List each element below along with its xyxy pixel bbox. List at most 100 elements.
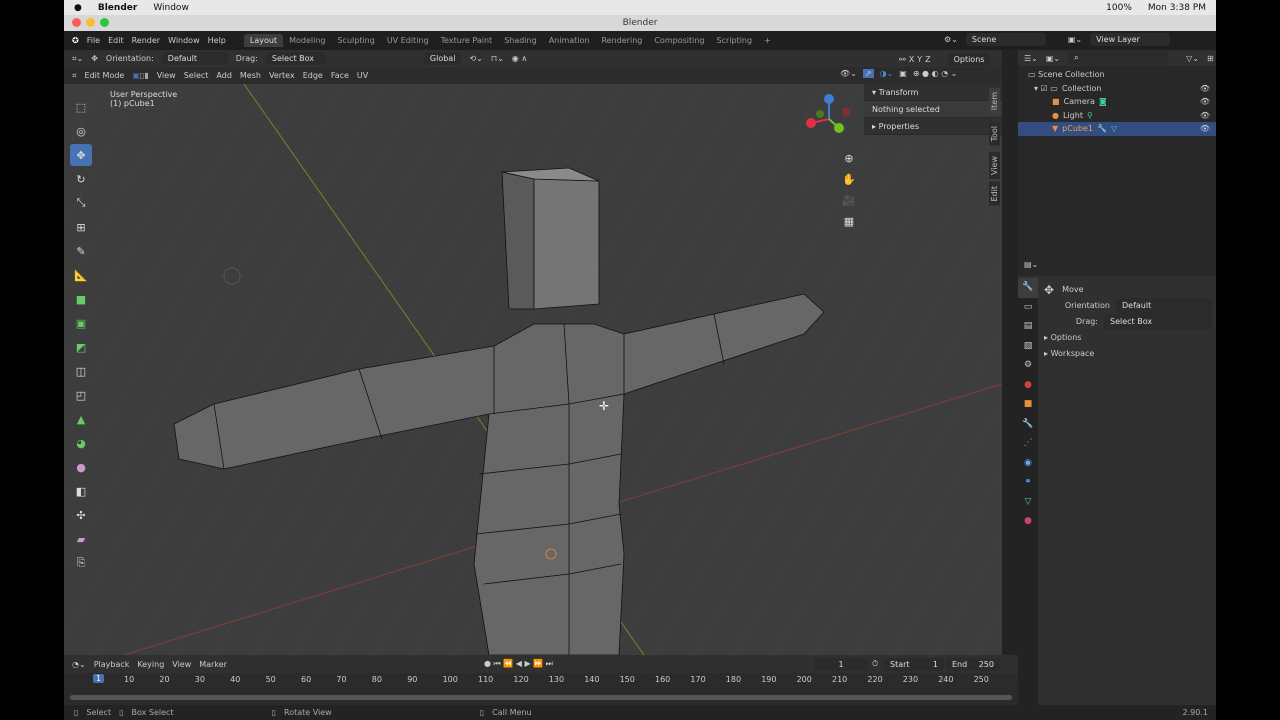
material-tab-icon[interactable]: ●	[1018, 512, 1038, 532]
spin-tool-icon[interactable]: ◕	[70, 432, 92, 454]
window-menu[interactable]: Window	[153, 3, 189, 13]
scene-icon[interactable]: ⚙⌄	[944, 35, 958, 44]
outliner-search-input[interactable]: ⌕	[1068, 51, 1169, 65]
tool-tab-icon[interactable]: 🔧	[1018, 278, 1038, 298]
constraints-tab-icon[interactable]: ⚭	[1018, 473, 1038, 493]
ortho-grid-icon[interactable]: ▦	[842, 211, 856, 232]
visibility-icon[interactable]: 👁⌄	[840, 69, 857, 78]
maximize-button[interactable]	[100, 18, 109, 27]
proportional-edit-icon[interactable]: ◉ ∧	[512, 54, 527, 63]
tab-tool[interactable]: Tool	[989, 122, 1000, 146]
menu-vertex[interactable]: Vertex	[269, 71, 295, 80]
menu-face[interactable]: Face	[331, 71, 349, 80]
smooth-tool-icon[interactable]: ●	[70, 456, 92, 478]
eye-icon[interactable]: 👁	[1200, 82, 1210, 96]
drag-dropdown[interactable]: Select Box	[1104, 314, 1212, 330]
knife-tool-icon[interactable]: ◰	[70, 384, 92, 406]
rip-tool-icon[interactable]: ⎘	[70, 552, 92, 574]
editor-type-icon[interactable]: ⌗	[72, 71, 77, 81]
tab-animation[interactable]: Animation	[543, 34, 596, 47]
mirror-icon[interactable]: ⚯	[899, 55, 906, 64]
snap-icon[interactable]: ⊓⌄	[491, 54, 504, 63]
minimize-button[interactable]	[86, 18, 95, 27]
data-tab-icon[interactable]: ▽	[1018, 493, 1038, 513]
orientation-dropdown[interactable]: Default	[1116, 298, 1212, 314]
menu-edit[interactable]: Edit	[108, 36, 124, 45]
tab-uv-editing[interactable]: UV Editing	[381, 34, 435, 47]
frame-ruler[interactable]: 1 10 20 30 40 50 60 70 80 90 100 110 120 130 140 150 16…	[64, 673, 1018, 687]
properties-editor-type-icon[interactable]: ▤⌄	[1018, 260, 1216, 276]
particles-tab-icon[interactable]: ⋰	[1018, 434, 1038, 454]
view-layer-tab-icon[interactable]: ▧	[1018, 337, 1038, 357]
menu-marker[interactable]: Marker	[199, 660, 227, 669]
workspace-section[interactable]: ▸ Workspace	[1044, 346, 1212, 362]
eye-icon[interactable]: 👁	[1200, 122, 1210, 136]
edge-slide-tool-icon[interactable]: ◧	[70, 480, 92, 502]
camera-view-icon[interactable]: 🎥	[842, 190, 856, 211]
drag-dropdown[interactable]: Select Box	[265, 52, 326, 65]
filter-view-icon[interactable]: ▣⌄	[1046, 54, 1060, 63]
gizmo-toggle-icon[interactable]: ↗	[862, 69, 874, 78]
tab-edit[interactable]: Edit	[989, 182, 1000, 206]
render-tab-icon[interactable]: ▭	[1018, 298, 1038, 318]
current-frame-field[interactable]: 1	[814, 657, 868, 671]
add-workspace-button[interactable]: +	[758, 34, 777, 47]
filter-icon[interactable]: ▽⌄	[1186, 54, 1199, 63]
tab-modeling[interactable]: Modeling	[283, 34, 331, 47]
move-tool-icon[interactable]: ✥	[70, 144, 92, 166]
bevel-tool-icon[interactable]: ◩	[70, 336, 92, 358]
menu-view[interactable]: View	[172, 660, 191, 669]
menu-add[interactable]: Add	[216, 71, 232, 80]
modifier-tab-icon[interactable]: 🔧	[1018, 415, 1038, 435]
tab-item[interactable]: Item	[989, 88, 1000, 115]
tab-layout[interactable]: Layout	[243, 34, 284, 47]
mirror-y[interactable]: Y	[917, 55, 922, 64]
cursor-tool-icon[interactable]: ◎	[70, 120, 92, 142]
menu-window[interactable]: Window	[168, 36, 200, 45]
outliner-row-pcube1[interactable]: ▼ pCube1 🔧 ▽ 👁	[1018, 122, 1216, 136]
outliner-row-camera[interactable]: ■ Camera ◙ 👁	[1018, 95, 1216, 109]
select-tool-icon[interactable]: ⬚	[70, 96, 92, 118]
new-collection-icon[interactable]: ⊞	[1207, 54, 1214, 63]
layer-icon[interactable]: ▣⌄	[1068, 35, 1082, 44]
inset-tool-icon[interactable]: ▣	[70, 312, 92, 334]
tab-sculpting[interactable]: Sculpting	[331, 34, 380, 47]
pivot-icon[interactable]: ⟲⌄	[469, 54, 482, 63]
start-frame-field[interactable]: Start 1	[884, 657, 944, 671]
options-section[interactable]: ▸ Options	[1044, 330, 1212, 346]
scene-collection-row[interactable]: ▭ Scene Collection	[1018, 68, 1216, 82]
eye-icon[interactable]: 👁	[1200, 95, 1210, 109]
zoom-icon[interactable]: ⊕	[842, 148, 856, 169]
shrink-fatten-tool-icon[interactable]: ✣	[70, 504, 92, 526]
extrude-tool-icon[interactable]: ■	[70, 288, 92, 310]
transform-panel-header[interactable]: ▾ Transform	[864, 84, 1002, 101]
options-dropdown[interactable]: Options	[947, 53, 991, 66]
outliner-row-light[interactable]: ● Light ⚲ 👁	[1018, 109, 1216, 123]
mode-dropdown[interactable]: Edit Mode	[85, 71, 125, 80]
shading-modes[interactable]: ⊕ ● ◐ ◔ ⌄	[913, 69, 958, 78]
view-layer-selector[interactable]: View Layer	[1090, 33, 1171, 46]
object-tab-icon[interactable]: ■	[1018, 395, 1038, 415]
tab-scripting[interactable]: Scripting	[711, 34, 759, 47]
menu-mesh[interactable]: Mesh	[240, 71, 261, 80]
world-tab-icon[interactable]: ●	[1018, 376, 1038, 396]
timeline-scrollbar[interactable]	[70, 695, 1012, 700]
mirror-z[interactable]: Z	[925, 55, 930, 64]
tool-settings-icon[interactable]: ⌗⌄	[72, 54, 83, 64]
blender-logo-icon[interactable]: ✪	[72, 36, 79, 45]
menu-playback[interactable]: Playback	[94, 660, 130, 669]
menu-select[interactable]: Select	[184, 71, 209, 80]
close-button[interactable]	[72, 18, 81, 27]
mirror-x[interactable]: X	[909, 55, 914, 64]
tab-rendering[interactable]: Rendering	[595, 34, 648, 47]
app-menu[interactable]: Blender	[98, 3, 137, 13]
stopwatch-icon[interactable]: ⏱	[872, 659, 878, 669]
shear-tool-icon[interactable]: ▰	[70, 528, 92, 550]
scene-selector[interactable]: Scene	[965, 33, 1046, 46]
output-tab-icon[interactable]: ▤	[1018, 317, 1038, 337]
end-frame-field[interactable]: End 250	[946, 657, 1000, 671]
orientation-dropdown[interactable]: Default	[161, 52, 228, 65]
3d-viewport[interactable]: ✛ User Perspective (1) pCube1 ⬚ ◎ ✥ ↻ ⤡ …	[64, 84, 1002, 655]
menu-render[interactable]: Render	[132, 36, 160, 45]
physics-tab-icon[interactable]: ◉	[1018, 454, 1038, 474]
